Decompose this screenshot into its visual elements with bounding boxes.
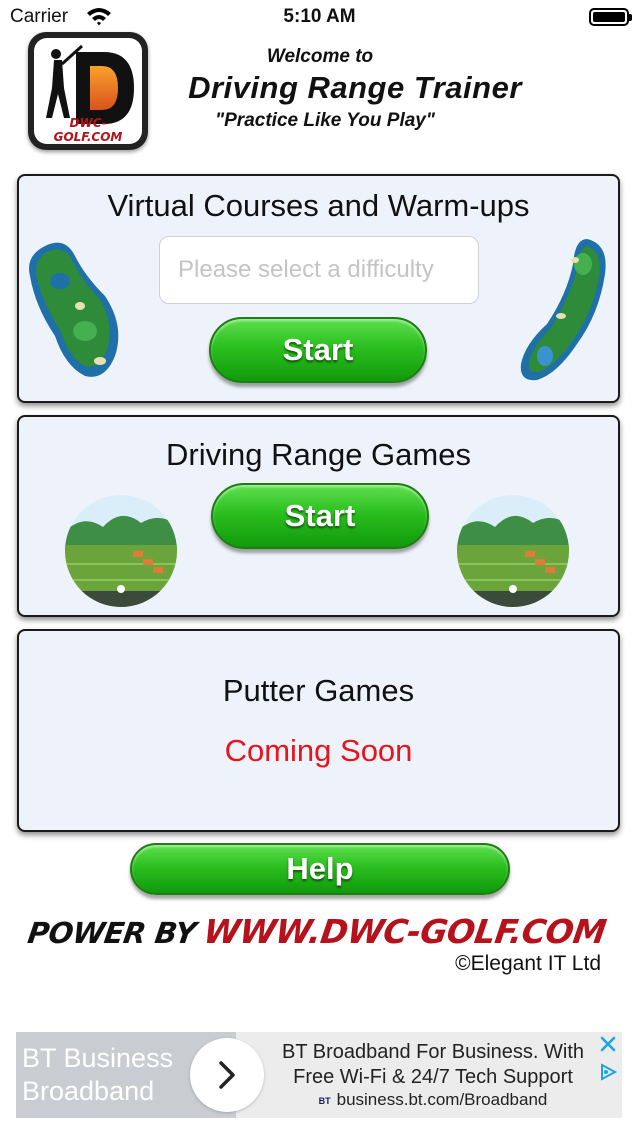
help-button[interactable]: Help: [130, 843, 510, 895]
driving-range-left-icon: [65, 495, 177, 607]
copyright-text: ©Elegant IT Ltd: [455, 952, 601, 975]
golf-hole-left-icon: [29, 242, 119, 377]
driving-range-right-icon: [457, 495, 569, 607]
virtual-courses-start-button[interactable]: Start: [209, 317, 427, 383]
welcome-text: Welcome to: [266, 46, 374, 67]
close-icon[interactable]: [598, 1034, 618, 1054]
app-title: Driving Range Trainer: [188, 70, 522, 105]
ad-open-button[interactable]: [190, 1038, 264, 1112]
driving-range-games-title: Driving Range Games: [166, 437, 471, 472]
driving-range-games-panel: Driving Range Games Start: [17, 415, 620, 617]
app-logo: DWC-GOLF.COM D: [28, 32, 148, 150]
golf-hole-right-icon: [520, 239, 606, 381]
putter-games-title: Putter Games: [222, 673, 415, 708]
clock: 5:10 AM: [283, 6, 356, 27]
ad-url-row[interactable]: BT business.bt.com/Broadband: [268, 1090, 598, 1110]
putter-games-panel: Putter Games Coming Soon: [17, 629, 620, 832]
logo-wordmark: DWC-GOLF.COM: [53, 116, 123, 144]
ad-choices-icon[interactable]: [598, 1062, 618, 1082]
website-link[interactable]: WWW.DWC-GOLF.COM: [201, 912, 608, 951]
driving-range-start-button[interactable]: Start: [211, 483, 429, 549]
difficulty-select[interactable]: [159, 236, 479, 304]
ad-banner[interactable]: BT Business Broadband BT Broadband For B…: [16, 1032, 622, 1118]
status-bar: Carrier 5:10 AM: [0, 0, 639, 36]
powered-by-label: POWER BY: [25, 916, 199, 950]
battery-icon: [589, 8, 632, 26]
ad-url-text: business.bt.com/Broadband: [336, 1090, 548, 1109]
tagline: "Practice Like You Play": [215, 110, 435, 131]
chevron-right-icon: [219, 1061, 235, 1089]
bt-logo-icon: BT: [318, 1095, 331, 1106]
ad-headline[interactable]: BT Broadband For Business. With Free Wi-…: [268, 1040, 598, 1090]
coming-soon-label: Coming Soon: [224, 733, 413, 768]
virtual-courses-title: Virtual Courses and Warm-ups: [107, 188, 530, 223]
virtual-courses-panel: Virtual Courses and Warm-ups Start: [17, 174, 620, 403]
